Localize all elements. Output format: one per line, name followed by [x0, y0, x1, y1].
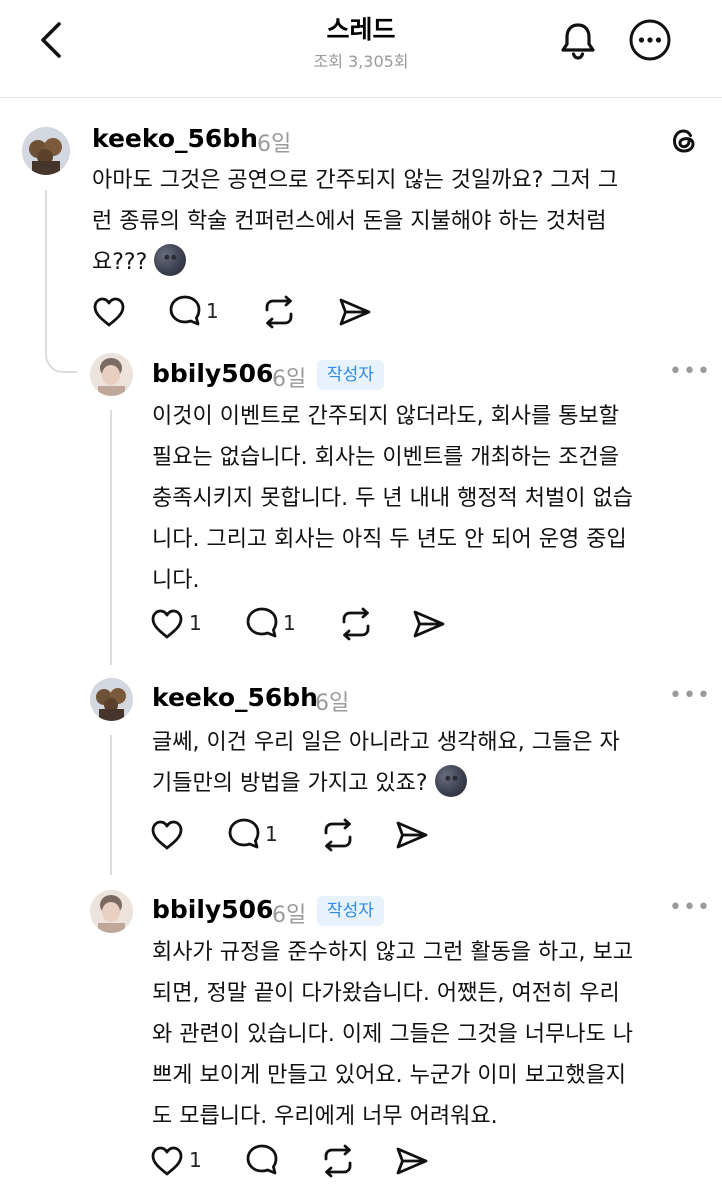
post-text: 이것이 이벤트로 간주되지 않더라도, 회사를 통보할 필요는 없습니다. 회사…: [152, 396, 633, 601]
post-username[interactable]: bbily506: [152, 359, 273, 388]
thread-curve: [45, 340, 77, 373]
avatar[interactable]: [90, 890, 133, 933]
send-icon: [396, 821, 428, 849]
post-text: 글쎄, 이건 우리 일은 아니라고 생각해요, 그들은 자 기들만의 방법을 가…: [152, 722, 620, 804]
post-text-line: 니다. 그리고 회사는 아직 두 년도 안 되어 운영 중입: [152, 527, 627, 552]
like-count: 1: [189, 1148, 202, 1172]
post-text-line: 도 모릅니다. 우리에게 너무 어려워요.: [152, 1104, 498, 1129]
post-username[interactable]: keeko_56bh: [92, 124, 258, 153]
post-text-line: 글쎄, 이건 우리 일은 아니라고 생각해요, 그들은 자: [152, 730, 620, 755]
post-text-line: 와 관련이 있습니다. 이제 그들은 그것을 너무나도 나: [152, 1022, 633, 1047]
new-moon-face-emoji: [434, 765, 467, 797]
thread-connector: [45, 190, 47, 350]
post-text-line: 런 종류의 학술 컨퍼런스에서 돈을 지불해야 하는 것처럼: [92, 209, 607, 234]
heart-icon: [151, 1146, 183, 1176]
share-button[interactable]: [338, 296, 372, 332]
reply-button[interactable]: [227, 817, 261, 855]
repost-button[interactable]: [320, 1143, 356, 1183]
post-text-line: 충족시키지 못합니다. 두 년 내내 행정적 처벌이 없습: [152, 486, 633, 511]
reply-button[interactable]: [245, 606, 279, 644]
like-button[interactable]: [92, 296, 126, 332]
share-button[interactable]: [395, 1145, 429, 1181]
thread-connector: [110, 735, 112, 875]
repost-icon: [324, 818, 352, 852]
post-text-segment: 기들만의 방법을 가지고 있죠?: [152, 771, 428, 796]
like-button[interactable]: [150, 1145, 184, 1181]
post-text: 아마도 그것은 공연으로 간주되지 않는 것일까요? 그저 그 런 종류의 학술…: [92, 160, 618, 283]
post-text-line: 이것이 이벤트로 간주되지 않더라도, 회사를 통보할: [152, 404, 620, 429]
reply-count: 1: [206, 299, 219, 323]
author-badge: 작성자: [317, 360, 384, 390]
notifications-button[interactable]: [556, 18, 600, 62]
avatar-image: [22, 127, 70, 175]
post-text-line: 되면, 정말 끝이 다가왔습니다. 어쨌든, 여전히 우리: [152, 981, 620, 1006]
author-badge: 작성자: [317, 896, 384, 926]
send-icon: [339, 298, 371, 326]
heart-icon: [151, 820, 183, 850]
reply-button[interactable]: [245, 1143, 279, 1181]
comment-icon: [246, 607, 278, 638]
avatar[interactable]: [90, 353, 133, 396]
post-more-button[interactable]: •••: [669, 359, 711, 384]
more-options-button[interactable]: [628, 18, 672, 62]
reply-count: 1: [265, 822, 278, 846]
comment-icon: [228, 818, 260, 849]
threads-logo-icon: [668, 125, 700, 161]
reply-count: 1: [283, 611, 296, 635]
heart-icon: [93, 297, 125, 327]
post-text-line: 쁘게 보이게 만들고 있어요. 누군가 이미 보고했을지: [152, 1063, 626, 1088]
thread-connector: [110, 410, 112, 665]
comment-icon: [246, 1144, 278, 1175]
post-text-line: 회사가 규정을 준수하지 않고 그런 활동을 하고, 보고: [152, 940, 633, 965]
post-username[interactable]: bbily506: [152, 895, 273, 924]
avatar-image: [90, 353, 133, 396]
post-text-line: 아마도 그것은 공연으로 간주되지 않는 것일까요? 그저 그: [92, 168, 619, 193]
share-button[interactable]: [412, 608, 446, 644]
post-more-button[interactable]: •••: [669, 683, 711, 708]
post-text-line: 요???: [92, 242, 618, 283]
bell-icon: [561, 23, 595, 60]
reply-button[interactable]: [168, 294, 202, 332]
post-time: 6일: [272, 903, 307, 928]
repost-button[interactable]: [338, 606, 374, 646]
repost-icon: [342, 607, 370, 641]
like-button[interactable]: [150, 819, 184, 855]
like-button[interactable]: [150, 608, 184, 644]
post-more-button[interactable]: •••: [669, 895, 711, 920]
repost-button[interactable]: [261, 294, 297, 334]
post-text-line: 기들만의 방법을 가지고 있죠?: [152, 763, 620, 804]
comment-icon: [169, 295, 201, 326]
send-icon: [413, 610, 445, 638]
avatar-image: [90, 678, 133, 721]
page-title: 스레드: [326, 15, 396, 44]
post-text: 회사가 규정을 준수하지 않고 그런 활동을 하고, 보고 되면, 정말 끝이 …: [152, 932, 633, 1137]
post-time: 6일: [315, 691, 350, 716]
post-text-line: 필요는 없습니다. 회사는 이벤트를 개최하는 조건을: [152, 445, 620, 470]
repost-icon: [265, 295, 293, 329]
view-count: 조회 3,305회: [313, 52, 409, 71]
avatar-image: [90, 890, 133, 933]
post-time: 6일: [257, 132, 292, 157]
heart-icon: [151, 609, 183, 639]
post-time: 6일: [272, 367, 307, 392]
like-count: 1: [189, 611, 202, 635]
new-moon-face-emoji: [154, 244, 187, 276]
avatar[interactable]: [90, 678, 133, 721]
repost-button[interactable]: [320, 817, 356, 857]
post-username[interactable]: keeko_56bh: [152, 683, 318, 712]
avatar[interactable]: [22, 127, 70, 175]
more-circle-icon: [629, 19, 671, 61]
share-button[interactable]: [395, 819, 429, 855]
repost-icon: [324, 1144, 352, 1178]
app-header: 스레드 조회 3,305회: [0, 0, 722, 98]
post-text-segment: 요???: [92, 250, 148, 275]
post-text-line: 니다.: [152, 568, 200, 593]
send-icon: [396, 1147, 428, 1175]
